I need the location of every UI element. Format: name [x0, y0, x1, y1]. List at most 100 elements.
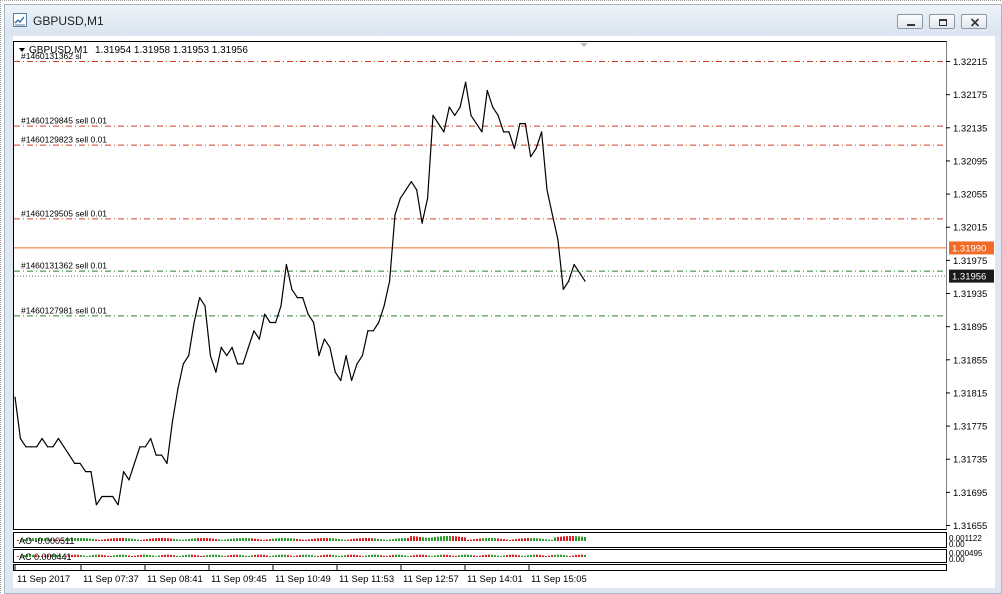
ac-bar — [494, 555, 496, 557]
ao-bar — [371, 538, 373, 541]
price-point — [47, 446, 49, 448]
ao-bar — [236, 538, 238, 541]
ac-bar — [401, 554, 403, 557]
ac-bar — [200, 556, 202, 557]
ao-bar — [278, 538, 280, 541]
ac-bar — [242, 555, 244, 557]
ac-bar — [149, 555, 151, 557]
time-tick-label: 11 Sep 11:53 — [339, 574, 394, 585]
ao-bar — [173, 538, 175, 541]
ao-label: AO -0.000511 — [19, 536, 74, 546]
time-tick-label: 11 Sep 07:37 — [83, 574, 139, 585]
ac-bar — [125, 554, 127, 557]
ao-bar — [116, 538, 118, 541]
ao-bar — [314, 538, 316, 541]
price-point — [551, 214, 554, 216]
time-tick-label: 11 Sep 08:41 — [147, 574, 203, 585]
price-point — [562, 288, 564, 290]
ac-bar — [233, 554, 235, 557]
price-point — [503, 131, 505, 133]
ao-bar — [80, 538, 82, 541]
ao-bar — [293, 538, 295, 541]
ao-bar — [311, 539, 313, 541]
ao-bar — [143, 539, 145, 541]
ac-bar — [476, 556, 478, 557]
ac-bar — [344, 555, 346, 557]
order-label: #1460131362 sell 0.01 — [21, 261, 107, 271]
restore-button[interactable] — [929, 14, 955, 29]
ac-bar — [224, 556, 226, 557]
ac-bar — [113, 555, 115, 557]
ao-bar — [326, 538, 328, 541]
ac-bar — [455, 555, 457, 557]
ac-bar — [296, 555, 298, 557]
price-point — [101, 495, 103, 498]
ao-bar — [128, 538, 130, 541]
ao-bar — [368, 538, 370, 541]
ac-bar — [293, 556, 295, 557]
price-point — [323, 338, 325, 340]
price-point — [117, 504, 119, 506]
ac-bar — [323, 554, 325, 557]
ac-bar — [332, 554, 334, 557]
ao-bar — [395, 538, 397, 541]
ao-bar — [383, 539, 385, 541]
ac-bar — [260, 554, 262, 557]
ac-bar — [539, 554, 541, 557]
ac-bar — [461, 554, 463, 557]
chart-client-area[interactable]: #1460131362 sl #1460129845 sell 0.01 #1460… — [13, 36, 995, 588]
ao-bar — [392, 539, 394, 541]
ac-bar — [179, 556, 181, 557]
ac-bar — [92, 555, 94, 557]
price-point — [193, 321, 195, 324]
ao-bar — [422, 537, 424, 541]
minimize-button[interactable] — [897, 14, 923, 29]
ao-bar — [245, 538, 247, 541]
ac-bar — [215, 554, 217, 557]
ao-bar — [248, 538, 250, 541]
ac-bar — [326, 554, 328, 557]
price-point — [275, 321, 277, 324]
ac-bar — [218, 555, 220, 557]
ao-bar — [239, 538, 241, 541]
price-point — [52, 446, 54, 448]
ao-bar — [554, 537, 556, 541]
price-chart[interactable]: #1460131362 sl#1460129845 sell 0.01#1460… — [13, 36, 995, 588]
ao-bar — [557, 536, 559, 541]
ac-bar — [122, 554, 124, 557]
ao-bar — [386, 540, 388, 541]
ac-bar — [473, 555, 475, 557]
price-point — [530, 156, 532, 158]
price-point — [443, 131, 445, 133]
ao-bar — [134, 539, 136, 541]
ao-bar — [284, 538, 286, 541]
ac-bar — [566, 555, 568, 557]
ac-bar — [371, 554, 373, 557]
ao-bar — [377, 538, 379, 541]
ac-bar — [272, 555, 274, 557]
price-point — [508, 131, 510, 133]
ao-bar — [185, 539, 187, 541]
order-label: #1460127981 sell 0.01 — [21, 305, 107, 315]
ac-bar — [515, 554, 517, 557]
close-button[interactable] — [961, 14, 987, 29]
ac-bar — [563, 555, 565, 557]
price-point — [242, 363, 244, 365]
ac-bar — [467, 554, 469, 557]
ac-bar — [266, 555, 268, 557]
ao-bar — [353, 538, 355, 541]
ao-bar — [287, 538, 289, 541]
price-point — [171, 421, 173, 423]
ac-bar — [197, 555, 199, 557]
ao-bar — [86, 538, 88, 541]
ao-bar — [182, 539, 184, 541]
price-point — [432, 114, 434, 116]
ac-bar — [407, 556, 409, 557]
ao-bar — [227, 539, 229, 541]
price-point — [573, 263, 575, 266]
ao-bar — [494, 538, 496, 541]
ao-bar — [524, 538, 526, 541]
title-bar[interactable]: GBPUSD,M1 — [5, 5, 1001, 35]
ao-bar — [332, 538, 334, 541]
ao-bar — [221, 539, 223, 541]
